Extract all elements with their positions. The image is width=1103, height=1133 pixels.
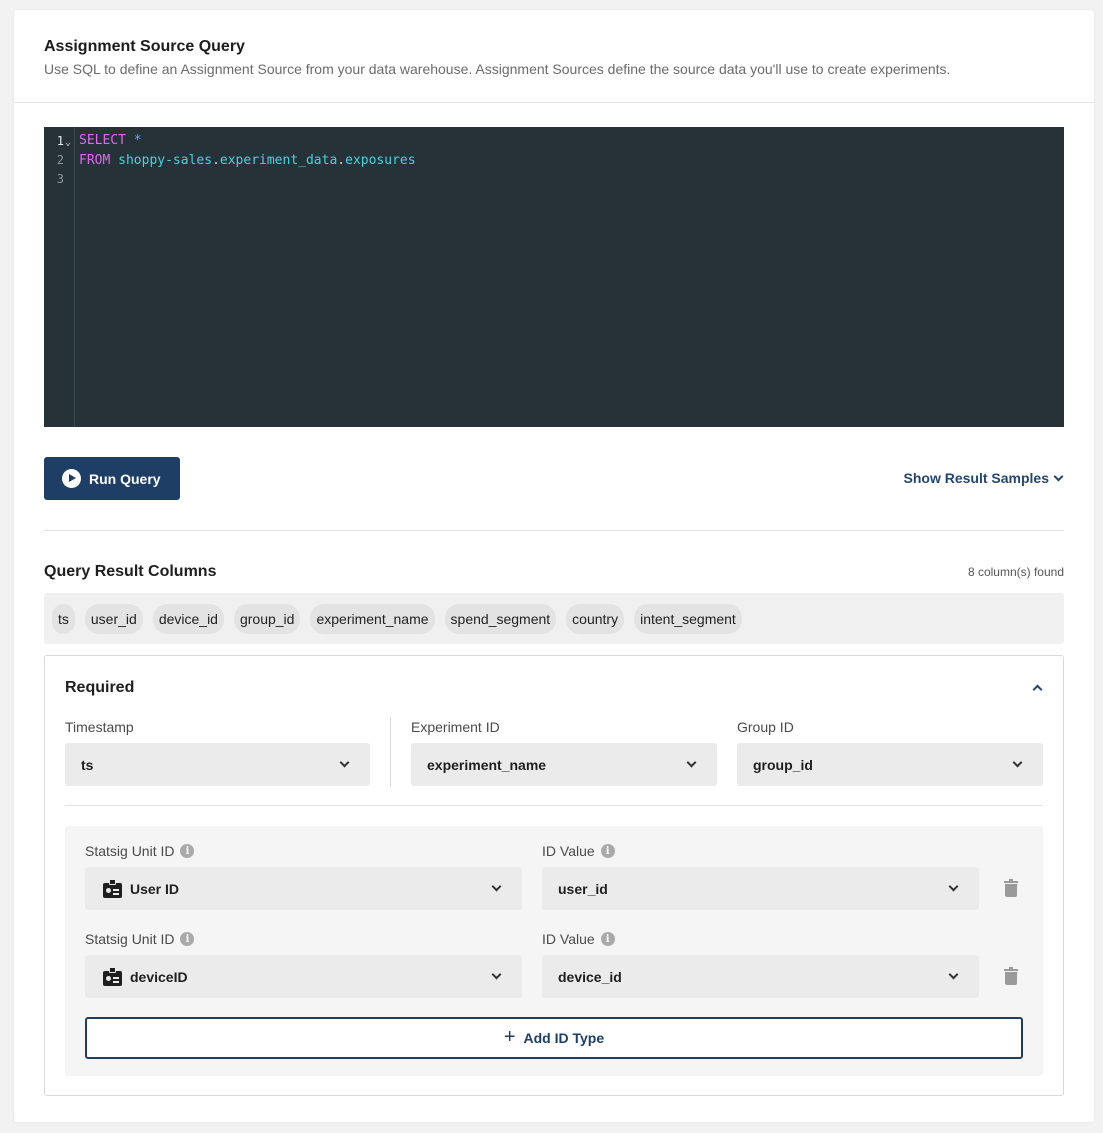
timestamp-label: Timestamp [65, 719, 134, 735]
statsig-unit-id-text: Statsig Unit ID [85, 931, 175, 947]
chevron-down-icon [686, 757, 697, 768]
column-chip: ts [52, 603, 75, 634]
play-circle-icon [62, 469, 81, 488]
add-id-type-button[interactable]: + Add ID Type [85, 1017, 1023, 1059]
show-result-samples-label: Show Result Samples [903, 470, 1049, 486]
id-badge-icon [103, 967, 122, 986]
result-columns-list: ts user_id device_id group_id experiment… [44, 593, 1064, 644]
statsig-unit-id-text: Statsig Unit ID [85, 843, 175, 859]
sql-table: exposures [345, 153, 416, 168]
chevron-down-icon [1012, 757, 1023, 768]
timestamp-select[interactable]: ts [65, 743, 370, 786]
chevron-down-icon [491, 969, 502, 980]
sql-star: * [133, 133, 142, 148]
run-query-button[interactable]: Run Query [44, 457, 180, 500]
column-chip: intent_segment [634, 603, 742, 634]
timestamp-value: ts [81, 756, 94, 773]
divider [65, 805, 1043, 806]
experiment-id-value: experiment_name [427, 756, 547, 773]
chevron-up-icon [1032, 684, 1043, 695]
info-icon[interactable]: i [600, 932, 615, 946]
info-icon[interactable]: i [600, 844, 615, 858]
chevron-down-icon [948, 881, 959, 892]
add-id-type-label: Add ID Type [523, 1030, 605, 1046]
trash-icon[interactable] [1004, 967, 1018, 985]
plus-icon: + [503, 1026, 516, 1048]
run-query-label: Run Query [89, 470, 161, 487]
id-value-label: ID Value i [542, 931, 615, 947]
column-chip: device_id [152, 603, 224, 634]
code-line[interactable]: SELECT * [79, 133, 142, 148]
id-value-text: ID Value [542, 843, 595, 859]
required-section: Required Timestamp ts Experiment ID expe… [44, 655, 1064, 1096]
unit-id-panel: Statsig Unit ID i User ID ID Value i use… [65, 826, 1043, 1076]
id-value-label: ID Value i [542, 843, 615, 859]
experiment-id-select[interactable]: experiment_name [411, 743, 717, 786]
card-header: Assignment Source Query Use SQL to defin… [14, 10, 1094, 103]
column-chip: experiment_name [310, 603, 435, 634]
vertical-divider [390, 717, 391, 787]
id-value-value: device_id [558, 968, 622, 985]
id-value-value: user_id [558, 880, 608, 897]
experiment-id-label: Experiment ID [411, 719, 500, 735]
column-chip: group_id [233, 603, 301, 634]
collapse-button[interactable] [1032, 680, 1043, 698]
sql-dataset: experiment_data [219, 153, 338, 168]
group-id-select[interactable]: group_id [737, 743, 1043, 786]
statsig-unit-id-select[interactable]: deviceID [85, 955, 522, 998]
sql-project: shoppy-sales [118, 153, 213, 168]
id-badge-icon [103, 879, 122, 898]
chevron-down-icon [491, 881, 502, 892]
column-chip: spend_segment [444, 603, 557, 634]
column-chip: country [566, 603, 625, 634]
sql-keyword: SELECT [79, 133, 126, 148]
info-icon[interactable]: i [180, 932, 195, 946]
editor-gutter: 1 ⌄ 2 3 [44, 127, 75, 427]
column-chip: user_id [84, 603, 143, 634]
statsig-unit-id-label: Statsig Unit ID i [85, 931, 195, 947]
sql-keyword: FROM [79, 153, 111, 168]
id-value-select[interactable]: device_id [542, 955, 979, 998]
query-result-columns-title: Query Result Columns [44, 563, 217, 580]
statsig-unit-id-value: User ID [130, 880, 180, 897]
statsig-unit-id-select[interactable]: User ID [85, 867, 522, 910]
chevron-down-icon [1053, 471, 1064, 481]
group-id-label: Group ID [737, 719, 794, 735]
columns-count: 8 column(s) found [967, 565, 1064, 579]
required-title: Required [65, 679, 135, 696]
trash-icon[interactable] [1004, 879, 1018, 897]
group-id-value: group_id [753, 756, 813, 773]
id-value-select[interactable]: user_id [542, 867, 979, 910]
chevron-down-icon [339, 757, 350, 768]
statsig-unit-id-value: deviceID [130, 968, 188, 985]
show-result-samples-toggle[interactable]: Show Result Samples [903, 470, 1064, 486]
sql-editor[interactable]: 1 ⌄ 2 3 SELECT * FROM shoppy-sales.exper… [44, 127, 1064, 427]
page-subtitle: Use SQL to define an Assignment Source f… [44, 61, 951, 77]
page-title: Assignment Source Query [44, 38, 245, 55]
info-icon[interactable]: i [180, 844, 195, 858]
id-value-text: ID Value [542, 931, 595, 947]
line-number: 3 [56, 172, 64, 186]
fold-chevron-icon[interactable]: ⌄ [65, 137, 71, 148]
code-line[interactable]: FROM shoppy-sales.experiment_data.exposu… [79, 153, 416, 168]
assignment-source-card: Assignment Source Query Use SQL to defin… [14, 10, 1094, 1122]
line-number: 1 [56, 134, 64, 148]
chevron-down-icon [948, 969, 959, 980]
line-number: 2 [56, 153, 64, 167]
divider [44, 530, 1064, 531]
statsig-unit-id-label: Statsig Unit ID i [85, 843, 195, 859]
